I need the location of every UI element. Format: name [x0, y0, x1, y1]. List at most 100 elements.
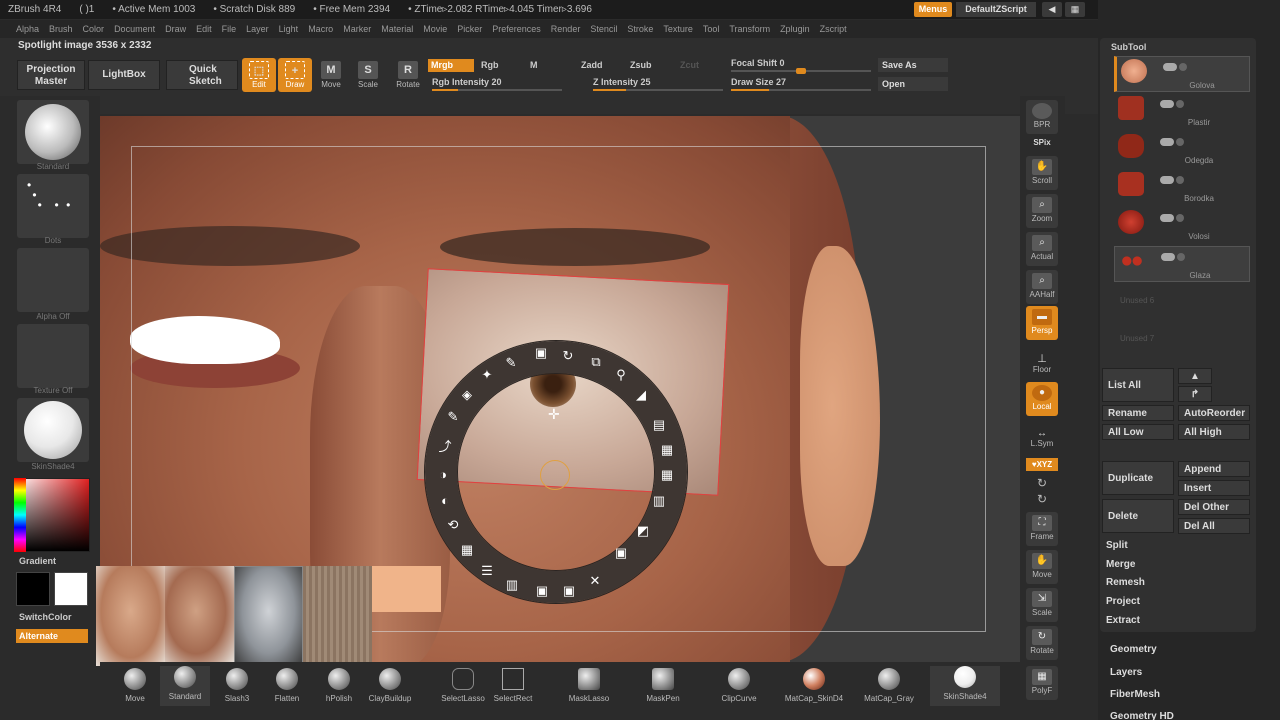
- spotlight-hue-icon[interactable]: ✦: [478, 366, 496, 384]
- frame-button[interactable]: ⛶ Frame: [1026, 512, 1058, 546]
- menus-button[interactable]: Menus: [914, 2, 952, 17]
- scale-button[interactable]: S Scale: [351, 58, 385, 92]
- spotlight-swirl-icon[interactable]: ⟲: [444, 516, 462, 534]
- spotlight-pin-icon[interactable]: ⚲: [612, 366, 630, 384]
- spotlight-tile2-icon[interactable]: ▦: [658, 441, 676, 459]
- spotlight-tile3-icon[interactable]: ▦: [658, 466, 676, 484]
- brush-move[interactable]: Move: [110, 668, 160, 703]
- zadd-toggle[interactable]: Zadd: [581, 60, 603, 70]
- brush-hpolish[interactable]: hPolish: [314, 668, 364, 703]
- menu-picker[interactable]: Picker: [457, 24, 482, 34]
- project-button[interactable]: Project: [1106, 596, 1140, 607]
- polypaint-toggle[interactable]: [1176, 214, 1184, 222]
- polypaint-toggle[interactable]: [1176, 100, 1184, 108]
- remesh-button[interactable]: Remesh: [1106, 577, 1145, 588]
- polypaint-toggle[interactable]: [1176, 138, 1184, 146]
- visibility-toggle[interactable]: [1160, 138, 1174, 146]
- mrgb-toggle[interactable]: Mrgb: [428, 59, 474, 72]
- spotlight-nudge-icon[interactable]: ◐: [436, 492, 454, 510]
- menu-zscript[interactable]: Zscript: [820, 24, 847, 34]
- menu-macro[interactable]: Macro: [308, 24, 333, 34]
- all-low-button[interactable]: All Low: [1102, 424, 1174, 440]
- append-button[interactable]: Append: [1178, 461, 1250, 477]
- fibermesh-section[interactable]: FiberMesh: [1110, 689, 1160, 700]
- secondary-color-swatch[interactable]: [16, 572, 50, 606]
- bpr-button[interactable]: BPR: [1026, 100, 1058, 134]
- move-view-button[interactable]: ✋ Move: [1026, 550, 1058, 584]
- material-thumbnail[interactable]: [17, 398, 89, 462]
- brush-flatten[interactable]: Flatten: [262, 668, 312, 703]
- all-high-button[interactable]: All High: [1178, 424, 1250, 440]
- brush-maskpen[interactable]: MaskPen: [638, 668, 688, 703]
- polyf-button[interactable]: ▦ PolyF: [1026, 666, 1058, 700]
- subtool-item[interactable]: Glaza: [1114, 246, 1250, 282]
- spotlight-smudge-icon[interactable]: ⤴: [436, 438, 454, 456]
- polypaint-toggle[interactable]: [1176, 176, 1184, 184]
- spotlight-contrast-icon[interactable]: ◈: [458, 386, 476, 404]
- layers-section[interactable]: Layers: [1110, 667, 1142, 678]
- lightbox-button[interactable]: LightBox: [88, 60, 160, 90]
- zoom-button[interactable]: ⌕ Zoom: [1026, 194, 1058, 228]
- rotate-button[interactable]: R Rotate: [391, 58, 425, 92]
- subtool-item[interactable]: Golova: [1114, 56, 1250, 92]
- spotlight-grid-icon[interactable]: ▤: [650, 416, 668, 434]
- spotlight-delete-icon[interactable]: ▣: [612, 544, 630, 562]
- geometry-section[interactable]: Geometry: [1110, 644, 1157, 655]
- menu-marker[interactable]: Marker: [343, 24, 371, 34]
- menu-file[interactable]: File: [222, 24, 237, 34]
- subtool-item[interactable]: Borodka: [1114, 170, 1250, 206]
- brush-clipcurve[interactable]: ClipCurve: [714, 668, 764, 703]
- rotate-y-icon[interactable]: ↻: [1026, 476, 1058, 490]
- menu-alpha[interactable]: Alpha: [16, 24, 39, 34]
- save-as-button[interactable]: Save As: [878, 58, 948, 72]
- menu-zplugin[interactable]: Zplugin: [780, 24, 810, 34]
- brush-selectrect[interactable]: SelectRect: [488, 668, 538, 703]
- spotlight-clone-icon[interactable]: ◑: [434, 466, 452, 484]
- rgb-toggle[interactable]: Rgb: [481, 60, 499, 70]
- visibility-toggle[interactable]: [1160, 214, 1174, 222]
- rename-button[interactable]: Rename: [1102, 405, 1174, 421]
- subtool-item[interactable]: Odegda: [1114, 132, 1250, 168]
- insert-button[interactable]: Insert: [1178, 480, 1250, 496]
- autoreorder-button[interactable]: AutoReorder: [1178, 405, 1250, 421]
- menu-layer[interactable]: Layer: [246, 24, 269, 34]
- scale-view-button[interactable]: ⇲ Scale: [1026, 588, 1058, 622]
- menu-movie[interactable]: Movie: [423, 24, 447, 34]
- reference-bust-thumb[interactable]: [234, 566, 303, 666]
- spotlight-rows-icon[interactable]: ☰: [478, 562, 496, 580]
- spotlight-rotate-icon[interactable]: ↻: [559, 347, 577, 365]
- texture-thumbnail[interactable]: [17, 324, 89, 388]
- brush-selectlasso[interactable]: SelectLasso: [438, 668, 488, 703]
- list-all-button[interactable]: List All: [1102, 368, 1174, 402]
- scroll-button[interactable]: ✋ Scroll: [1026, 156, 1058, 190]
- rotate-z-icon[interactable]: ↻: [1026, 492, 1058, 506]
- subtool-item[interactable]: Plastir: [1114, 94, 1250, 130]
- menu-material[interactable]: Material: [381, 24, 413, 34]
- brush-slash3[interactable]: Slash3: [212, 668, 262, 703]
- menu-brush[interactable]: Brush: [49, 24, 73, 34]
- brush-masklasso[interactable]: MaskLasso: [564, 668, 614, 703]
- material-matcap-skin[interactable]: MatCap_SkinD4: [778, 668, 850, 703]
- polypaint-toggle[interactable]: [1179, 63, 1187, 71]
- material-skinshade4[interactable]: SkinShade4: [930, 666, 1000, 706]
- stroke-thumbnail[interactable]: • • • • •: [17, 174, 89, 238]
- visibility-toggle[interactable]: [1160, 100, 1174, 108]
- draw-size-slider[interactable]: [731, 89, 871, 91]
- reference-skin-thumb[interactable]: [372, 566, 441, 612]
- open-button[interactable]: Open: [878, 77, 948, 91]
- duplicate-button[interactable]: Duplicate: [1102, 461, 1174, 495]
- del-other-button[interactable]: Del Other: [1178, 499, 1250, 515]
- menu-render[interactable]: Render: [551, 24, 581, 34]
- gradient-label[interactable]: Gradient: [19, 556, 56, 566]
- spotlight-flip-icon[interactable]: ◢: [632, 386, 650, 404]
- spotlight-front-icon[interactable]: ◩: [634, 522, 652, 540]
- geometry-hd-section[interactable]: Geometry HD: [1110, 711, 1174, 720]
- split-button[interactable]: Split: [1106, 540, 1128, 551]
- menu-color[interactable]: Color: [83, 24, 105, 34]
- menu-stencil[interactable]: Stencil: [590, 24, 617, 34]
- brush-claybuildup[interactable]: ClayBuildup: [365, 668, 415, 703]
- focal-shift-slider[interactable]: [731, 68, 871, 74]
- local-button[interactable]: ● Local: [1026, 382, 1058, 416]
- spotlight-restore-icon[interactable]: ✎: [444, 408, 462, 426]
- merge-button[interactable]: Merge: [1106, 559, 1135, 570]
